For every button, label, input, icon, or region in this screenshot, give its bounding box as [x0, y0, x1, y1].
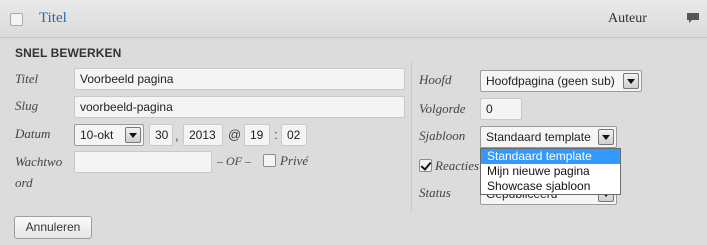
cancel-button[interactable]: Annuleren: [14, 216, 92, 239]
slug-input[interactable]: voorbeeld-pagina: [74, 96, 405, 118]
column-divider: [411, 62, 412, 212]
time-colon: :: [274, 127, 278, 142]
order-input[interactable]: 0: [480, 98, 522, 120]
quick-edit-heading: SNEL BEWERKEN: [15, 46, 122, 60]
comments-label: Reacties: [435, 158, 480, 173]
comments-checkbox[interactable]: [419, 159, 432, 172]
month-select[interactable]: 10-okt: [74, 124, 144, 146]
template-value: Standaard template: [486, 130, 591, 144]
column-header-title[interactable]: Titel: [39, 10, 67, 27]
date-label: Datum: [15, 126, 51, 141]
chevron-down-icon: [623, 73, 639, 89]
template-option[interactable]: Standaard template: [481, 149, 620, 164]
slug-label: Slug: [15, 98, 39, 113]
list-header-row: Titel Auteur: [0, 0, 707, 38]
template-select[interactable]: Standaard template: [480, 126, 617, 148]
private-label: Privé: [280, 153, 309, 168]
status-label: Status: [419, 185, 451, 200]
template-label: Sjabloon: [419, 128, 466, 143]
minute-input[interactable]: 02: [281, 124, 307, 146]
title-label: Titel: [15, 71, 39, 86]
title-input[interactable]: Voorbeeld pagina: [74, 68, 405, 90]
template-option[interactable]: Showcase sjabloon: [481, 179, 620, 194]
template-option[interactable]: Mijn nieuwe pagina: [481, 164, 620, 179]
hour-input[interactable]: 19: [244, 124, 270, 146]
month-value: 10-okt: [80, 128, 114, 142]
parent-select[interactable]: Hoofdpagina (geen sub): [480, 70, 642, 92]
order-label: Volgorde: [419, 101, 466, 116]
template-dropdown-list: Standaard template Mijn nieuwe pagina Sh…: [480, 148, 621, 195]
password-input[interactable]: [74, 151, 212, 173]
comment-icon[interactable]: [686, 12, 700, 24]
at-separator: @: [228, 127, 242, 142]
parent-value: Hoofdpagina (geen sub): [486, 74, 615, 88]
chevron-down-icon: [125, 127, 141, 143]
date-comma: ,: [175, 128, 179, 143]
column-header-author: Auteur: [608, 11, 647, 26]
private-checkbox[interactable]: [263, 154, 276, 167]
parent-label: Hoofd: [419, 72, 452, 87]
day-input[interactable]: 30: [149, 124, 173, 146]
password-label-line1: Wachtwo: [15, 154, 63, 169]
password-label-line2: ord: [15, 175, 33, 190]
select-all-checkbox[interactable]: [10, 13, 23, 26]
or-separator: – OF –: [217, 154, 251, 168]
chevron-down-icon: [598, 129, 614, 145]
year-input[interactable]: 2013: [183, 124, 223, 146]
